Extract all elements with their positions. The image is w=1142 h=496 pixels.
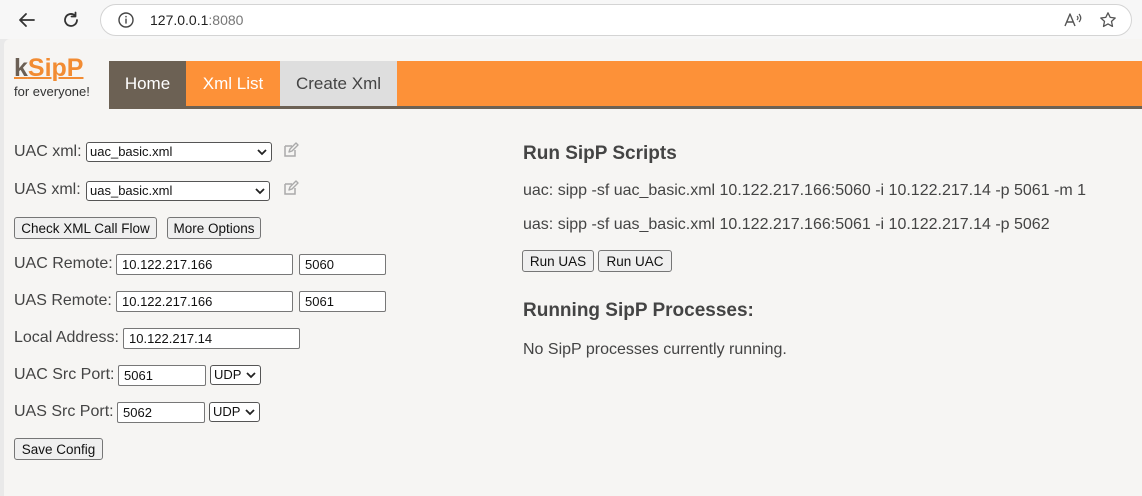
favorite-star-icon[interactable]	[1099, 11, 1117, 34]
uas-remote-port-input[interactable]: 5061	[299, 291, 386, 312]
uas-command-text: uas: sipp -sf uas_basic.xml 10.122.217.1…	[523, 216, 1050, 233]
back-arrow-icon	[19, 13, 35, 27]
logo[interactable]: kSipP	[14, 54, 90, 82]
uas-src-port-label: UAS Src Port:	[14, 403, 114, 420]
uac-xml-select[interactable]: uac_basic.xml	[86, 142, 272, 162]
edit-uas-xml-icon[interactable]	[283, 180, 299, 196]
back-button[interactable]	[12, 5, 42, 35]
info-icon[interactable]	[117, 11, 135, 34]
tagline: for everyone!	[14, 84, 90, 99]
uac-src-port-input[interactable]: 5061	[118, 365, 206, 386]
chevron-down-icon	[246, 372, 256, 379]
uac-command-text: uac: sipp -sf uac_basic.xml 10.122.217.1…	[523, 182, 1087, 199]
uac-xml-label: UAC xml:	[14, 143, 82, 160]
uac-transport-value: UDP	[214, 367, 242, 382]
url-text: 127.0.0.1:8080	[150, 12, 243, 28]
tab-home[interactable]: Home	[109, 61, 186, 106]
tab-create-xml[interactable]: Create Xml	[280, 61, 397, 106]
url-host: 127.0.0.1	[150, 12, 209, 28]
chevron-down-icon	[245, 409, 255, 416]
uas-xml-select[interactable]: uas_basic.xml	[86, 181, 270, 201]
address-bar[interactable]: 127.0.0.1:8080	[100, 4, 1132, 36]
uac-remote-label: UAC Remote:	[14, 255, 113, 272]
check-xml-call-flow-button[interactable]: Check XML Call Flow	[14, 217, 157, 239]
tab-xml-list[interactable]: Xml List	[186, 61, 280, 106]
local-address-input[interactable]: 10.122.217.14	[123, 328, 300, 349]
chevron-down-icon	[255, 188, 265, 195]
run-uac-button[interactable]: Run UAC	[598, 250, 672, 272]
uac-xml-value: uac_basic.xml	[90, 144, 173, 159]
local-address-label: Local Address:	[14, 329, 119, 346]
uas-src-port-input[interactable]: 5062	[117, 402, 205, 423]
uac-src-port-label: UAC Src Port:	[14, 366, 115, 383]
run-uas-button[interactable]: Run UAS	[522, 250, 594, 272]
save-config-button[interactable]: Save Config	[14, 438, 103, 460]
run-sipp-heading: Run SipP Scripts	[523, 143, 677, 164]
edit-uac-xml-icon[interactable]	[283, 142, 299, 158]
chevron-down-icon	[257, 149, 267, 156]
uas-xml-label: UAS xml:	[14, 181, 81, 198]
brand[interactable]: kSipP for everyone!	[14, 54, 90, 99]
read-aloud-icon[interactable]	[1063, 11, 1083, 34]
uac-remote-ip-input[interactable]: 10.122.217.166	[116, 254, 293, 275]
uas-xml-value: uas_basic.xml	[90, 183, 173, 198]
page: kSipP for everyone! Home Xml List Create…	[4, 39, 1142, 496]
uac-transport-select[interactable]: UDP	[210, 365, 261, 385]
uas-remote-ip-input[interactable]: 10.122.217.166	[116, 291, 293, 312]
logo-k: k	[14, 54, 28, 82]
more-options-button[interactable]: More Options	[167, 217, 261, 239]
reload-button[interactable]	[56, 5, 86, 35]
menu-bar: Home Xml List Create Xml	[109, 61, 1142, 109]
url-port: :8080	[208, 12, 244, 28]
uac-remote-port-input[interactable]: 5060	[299, 254, 386, 275]
uas-transport-select[interactable]: UDP	[209, 402, 260, 422]
reload-icon	[64, 11, 78, 27]
uas-transport-value: UDP	[213, 404, 241, 419]
logo-sipp: SipP	[27, 54, 84, 82]
processes-status-text: No SipP processes currently running.	[523, 341, 787, 358]
uas-remote-label: UAS Remote:	[14, 292, 112, 309]
browser-toolbar: 127.0.0.1:8080	[0, 0, 1142, 39]
running-processes-heading: Running SipP Processes:	[523, 300, 754, 321]
